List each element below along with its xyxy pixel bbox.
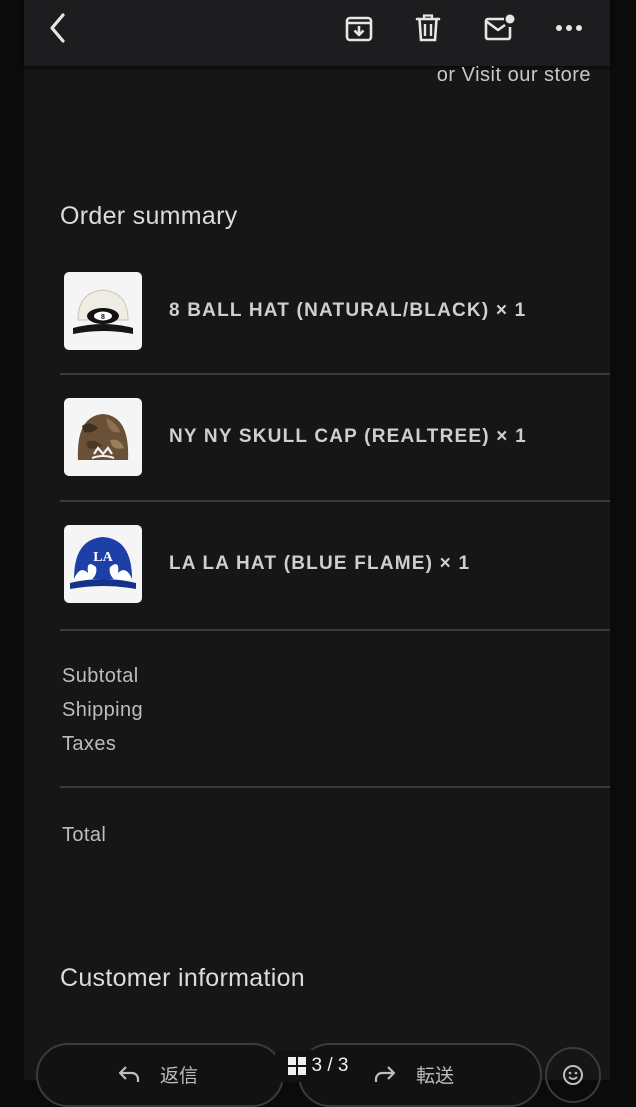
subtotal-label: Subtotal <box>62 665 139 687</box>
order-summary-title: Order summary <box>60 202 238 230</box>
smiley-icon <box>563 1065 583 1085</box>
product-thumbnail <box>64 398 142 476</box>
mark-unread-button[interactable] <box>481 10 517 46</box>
total-label: Total <box>62 824 107 846</box>
camo-beanie-image <box>77 414 129 460</box>
email-screen: or Visit our store Order summary 8 8 BAL… <box>24 0 610 1080</box>
customer-information-title: Customer information <box>60 964 305 992</box>
svg-text:8: 8 <box>101 314 105 321</box>
item-label: LA LA HAT (BLUE FLAME) × 1 <box>169 553 471 574</box>
page-counter-text: 3 / 3 <box>311 1055 349 1076</box>
svg-text:LA: LA <box>93 550 113 565</box>
delete-button[interactable] <box>410 10 446 46</box>
visit-store-link[interactable]: or Visit our store <box>437 64 591 87</box>
reply-icon <box>118 1066 140 1082</box>
more-horizontal-icon <box>556 25 582 31</box>
divider <box>60 786 610 788</box>
back-button[interactable] <box>40 10 76 46</box>
item-label: NY NY SKULL CAP (REALTREE) × 1 <box>169 426 527 447</box>
mail-unread-icon <box>484 14 515 41</box>
order-item: NY NY SKULL CAP (REALTREE) × 1 <box>60 396 610 522</box>
divider <box>60 373 610 375</box>
archive-icon <box>345 16 373 42</box>
reply-label: 返信 <box>160 1066 199 1087</box>
white-cap-8-ball-image: 8 <box>73 289 133 334</box>
reply-button[interactable]: 返信 <box>36 1043 284 1107</box>
archive-button[interactable] <box>341 10 377 46</box>
forward-label: 転送 <box>416 1066 455 1087</box>
blue-flame-cap-image: LA <box>70 537 136 589</box>
divider <box>60 500 610 502</box>
toolbar <box>24 0 610 66</box>
trash-icon <box>415 14 441 42</box>
forward-icon <box>374 1066 396 1082</box>
chevron-left-icon <box>50 13 65 43</box>
grid-icon <box>287 1057 306 1075</box>
item-label: 8 BALL HAT (NATURAL/BLACK) × 1 <box>169 300 527 321</box>
product-thumbnail: LA <box>64 525 142 603</box>
order-item: 8 8 BALL HAT (NATURAL/BLACK) × 1 <box>60 270 610 396</box>
taxes-label: Taxes <box>62 733 117 755</box>
page-counter: 3 / 3 <box>275 1050 361 1082</box>
emoji-reaction-button[interactable] <box>545 1047 601 1103</box>
shipping-label: Shipping <box>62 699 144 721</box>
more-button[interactable] <box>551 10 587 46</box>
product-thumbnail: 8 <box>64 272 142 350</box>
divider <box>60 629 610 631</box>
